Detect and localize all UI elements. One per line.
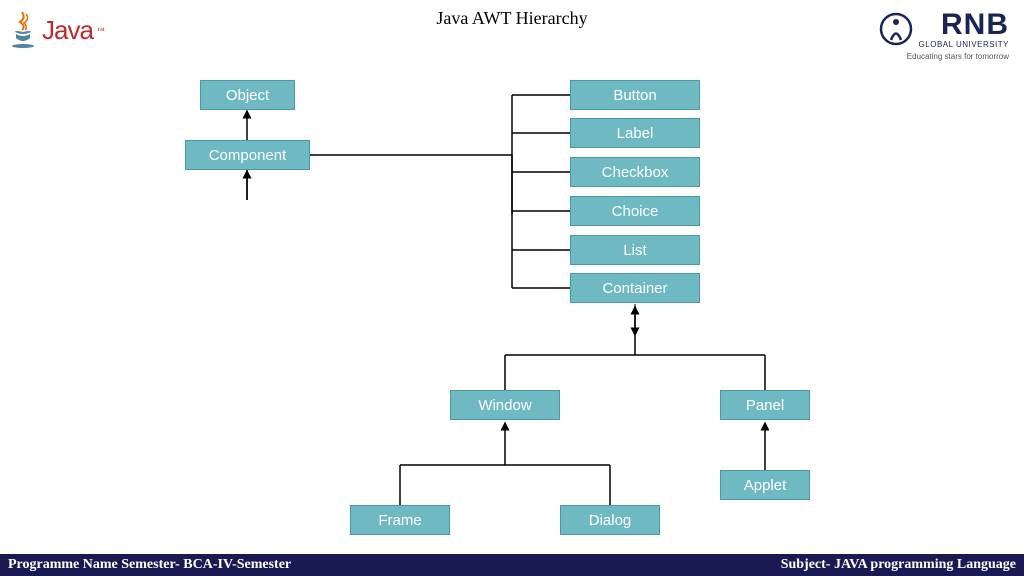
node-window: Window xyxy=(450,390,560,420)
node-frame: Frame xyxy=(350,505,450,535)
node-choice: Choice xyxy=(570,196,700,226)
footer-bar: Programme Name Semester- BCA-IV-Semester… xyxy=(0,554,1024,576)
footer-left: Programme Name Semester- BCA-IV-Semester xyxy=(8,557,291,573)
node-object: Object xyxy=(200,80,295,110)
node-label: Label xyxy=(570,118,700,148)
node-component: Component xyxy=(185,140,310,170)
node-applet: Applet xyxy=(720,470,810,500)
rnb-sub: GLOBAL UNIVERSITY xyxy=(919,40,1009,49)
node-button: Button xyxy=(570,80,700,110)
page-title: Java AWT Hierarchy xyxy=(0,8,1024,29)
connector-lines xyxy=(0,60,1024,540)
node-checkbox: Checkbox xyxy=(570,157,700,187)
node-list: List xyxy=(570,235,700,265)
hierarchy-diagram: Object Component Button Label Checkbox C… xyxy=(0,60,1024,540)
node-panel: Panel xyxy=(720,390,810,420)
java-cup-icon xyxy=(8,10,38,50)
rnb-logo: RNB GLOBAL UNIVERSITY Educating stars fo… xyxy=(879,8,1009,61)
rnb-name: RNB xyxy=(919,8,1009,42)
node-container: Container xyxy=(570,273,700,303)
node-dialog: Dialog xyxy=(560,505,660,535)
footer-right: Subject- JAVA programming Language xyxy=(781,557,1016,573)
java-logo: Java™ xyxy=(8,10,105,50)
java-logo-text: Java xyxy=(42,15,93,46)
rnb-icon xyxy=(879,12,913,46)
